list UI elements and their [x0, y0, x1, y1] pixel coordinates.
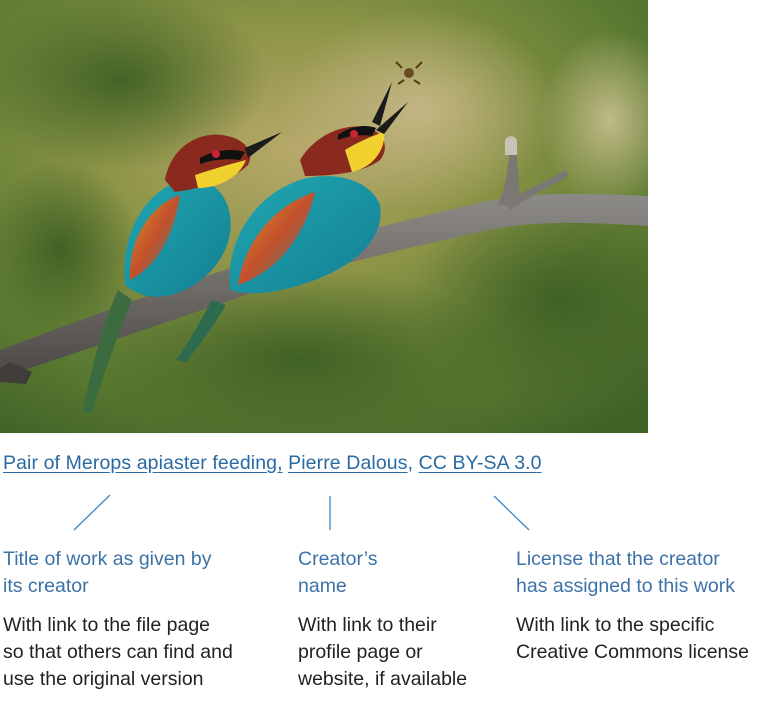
- title-link[interactable]: Pair of Merops apiaster feeding,: [3, 452, 283, 474]
- title-connector-line: [73, 494, 111, 531]
- license-annotation-description: With link to the specific Creative Commo…: [516, 612, 778, 666]
- creator-annotation: Creator’s name With link to their profil…: [298, 546, 498, 693]
- heading-line: Title of work as given by: [3, 548, 212, 570]
- credit-separator: ,: [407, 452, 414, 474]
- heading-line: name: [298, 575, 347, 597]
- creator-annotation-heading: Creator’s name: [298, 546, 498, 600]
- license-annotation-heading: License that the creator has assigned to…: [516, 546, 778, 600]
- creator-annotation-description: With link to their profile page or websi…: [298, 612, 498, 693]
- title-annotation: Title of work as given by its creator Wi…: [3, 546, 273, 693]
- heading-line: License that the creator: [516, 548, 720, 570]
- attribution-credit-line: Pair of Merops apiaster feeding, Pierre …: [3, 452, 542, 475]
- bee-eaters-photo: [0, 0, 648, 433]
- title-annotation-description: With link to the file page so that other…: [3, 612, 273, 693]
- heading-line: its creator: [3, 575, 89, 597]
- description-line: With link to the specific: [516, 614, 715, 636]
- description-line: With link to the file page: [3, 614, 211, 636]
- description-line: profile page or: [298, 641, 423, 663]
- heading-line: has assigned to this work: [516, 575, 735, 597]
- heading-line: Creator’s: [298, 548, 378, 570]
- description-line: Creative Commons license: [516, 641, 750, 663]
- license-annotation: License that the creator has assigned to…: [516, 546, 778, 666]
- description-line: use the original version: [3, 668, 204, 690]
- license-connector-line: [493, 495, 530, 531]
- description-line: With link to their: [298, 614, 437, 636]
- description-line: website, if available: [298, 668, 468, 690]
- license-link[interactable]: CC BY-SA 3.0: [419, 452, 542, 474]
- description-line: so that others can find and: [3, 641, 233, 663]
- creator-link[interactable]: Pierre Dalous: [288, 452, 407, 474]
- title-annotation-heading: Title of work as given by its creator: [3, 546, 273, 600]
